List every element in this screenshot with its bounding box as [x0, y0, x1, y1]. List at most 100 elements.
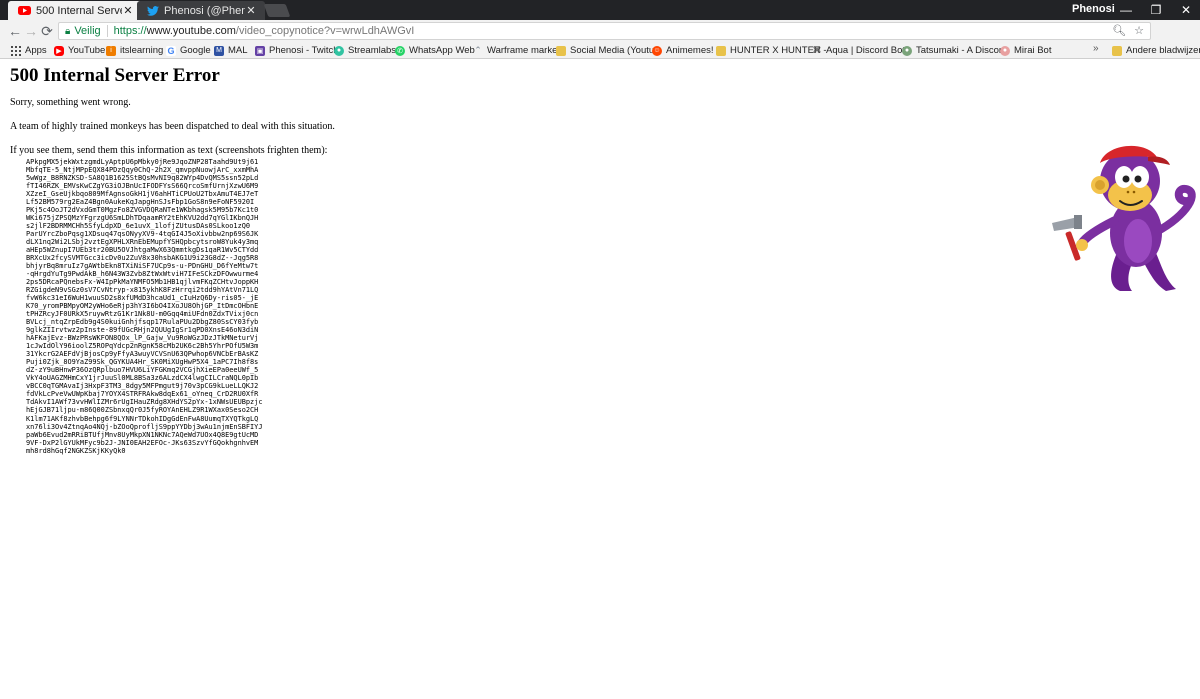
- debug-line: APkpgMX5jekWxtzgmdLyAptpU6pMbky0jRe9JqoZ…: [26, 158, 259, 166]
- debug-line: PKj5c4OoJT2dVxdGmT0MgzFo8ZVGVDQRaNTe1WKb…: [26, 206, 259, 215]
- bookmark-other-bookmarks[interactable]: Andere bladwijzers: [1112, 43, 1200, 58]
- bookmark-youtube[interactable]: ▶ YouTube: [54, 43, 105, 58]
- bookmarks-bar: Apps ▶ YouTube i itslearning G Google M …: [0, 42, 1200, 59]
- folder-icon: [1112, 45, 1122, 56]
- bookmark-label: Phenosi - Twitch: [269, 45, 339, 56]
- bookmark-label: Andere bladwijzers: [1126, 45, 1200, 56]
- bookmark-label: Mirai Bot: [1014, 45, 1052, 56]
- debug-line: tPHZRcyJF0URkX5ruywRtzG1Kr1Nk8U-m0Gqq4mi…: [26, 310, 259, 319]
- youtube-icon: ▶: [54, 45, 64, 56]
- debug-line: WKi675jZPSQMzYFgrzgU6SmLDhTDqaamRY2tEhKV…: [26, 214, 259, 223]
- debug-line: 9VF-DxP2lGYUkMFyc9b2J-JNI0EAH2EFOc-JKs63…: [26, 438, 259, 447]
- title-bar: 500 Internal Server Error ✕ Phenosi (@Ph…: [0, 0, 1200, 20]
- folder-icon: [556, 45, 566, 56]
- warframe-icon: ⌃: [474, 45, 482, 55]
- maximize-button[interactable]: ❐: [1142, 0, 1170, 20]
- bookmark-streamlabs[interactable]: ● Streamlabs: [334, 43, 396, 58]
- bookmark-label: Streamlabs: [348, 45, 397, 56]
- discordbots-icon: ⌘: [812, 45, 822, 55]
- twitch-icon: ▣: [255, 45, 265, 56]
- tatsumaki-icon: ●: [902, 45, 912, 56]
- apps-icon: [11, 45, 21, 56]
- debug-line: K70_yromPBMpyOM2yWHo6eRjp3hY3I6bO4IXoJU8…: [26, 302, 259, 311]
- debug-line: 9glkZIIrvtwz2pInste-89fUGcRHjn2QUUgIgSr1…: [26, 326, 259, 335]
- bookmark-animemes[interactable]: ☺ Animemes!: [652, 43, 714, 58]
- bookmark-apps[interactable]: Apps: [11, 43, 47, 58]
- whatsapp-icon: ✆: [395, 45, 405, 56]
- reload-button[interactable]: ⟳: [38, 22, 56, 40]
- zoom-icon[interactable]: 🔍︎: [1112, 24, 1126, 37]
- folder-icon: [716, 45, 726, 56]
- bookmark-social-media-folder[interactable]: Social Media (Youtub: [556, 43, 659, 58]
- debug-line: XZzeI_GseUjkbqo809MfAgnsoGkH1jV6ahHTiCPU…: [26, 190, 259, 199]
- omnibox-actions: 🔍︎ ☆: [1112, 24, 1144, 37]
- debug-line: mh8rd8hGqf2NGKZSKjKKyQk0: [26, 446, 126, 455]
- bookmark-label: Google: [180, 45, 211, 56]
- bookmark-warframe[interactable]: ⌃ Warframe market: [473, 43, 560, 58]
- debug-line: Puji0Zjk_8O9YaZ99Sk_QGYKUA4Hr_SK0MiXUgHw…: [26, 358, 259, 367]
- debug-line: MbfqTE-5_NtjMPpEQX84PDzQqy0ChQ-2h2X_qmvp…: [26, 166, 259, 175]
- debug-line: 5wWgz_B8RNZKSD-SA8Q1B1625StBQsMvNI9q82WY…: [26, 174, 259, 183]
- bookmark-mal[interactable]: M MAL: [214, 43, 248, 58]
- debug-line: vBCC0qTGMAvaIj3HxpF3TM3_8dgy5MFPmgut9j70…: [26, 382, 259, 391]
- debug-line: 31YkcrG2AEFdVjBjosCp9yFfyA3wuyVCVSnU63QP…: [26, 350, 259, 359]
- streamlabs-icon: ●: [334, 45, 344, 56]
- debug-line: 1cJwIdOlY96ioolZ5ROPqYdcp2nRgnK58cMb2UK6…: [26, 342, 259, 351]
- bookmark-itslearning[interactable]: i itslearning: [106, 43, 163, 58]
- profile-name[interactable]: Phenosi: [1072, 3, 1115, 15]
- debug-line: fvW6kc31eI6WuH1wuuSD2s8xfUMdD3hcaUd1_cIu…: [26, 294, 259, 303]
- tab-youtube-error[interactable]: 500 Internal Server Error ✕: [8, 1, 142, 20]
- bookmark-label: itslearning: [120, 45, 164, 56]
- debug-line: VkY4oUAGZMHmCxY1jrJuuSl0ML8BSa3z6ALzdCX4…: [26, 374, 259, 383]
- tab-close-button[interactable]: ✕: [122, 4, 134, 17]
- debug-line: hEjGJB71ljpu-m86Q00ZSbnxqQr0J5fyROYAnEHL…: [26, 406, 259, 415]
- error-message: Sorry, something went wrong.: [10, 97, 131, 108]
- debug-line: BVLcj_ntqZrpEdb9g4S0kuiGnhjfsqp17RulaPUu…: [26, 318, 259, 327]
- debug-line: BRXcUx2fcySVMTGcc3icDv0u2ZuV8x30hsbAKG1U…: [26, 254, 259, 263]
- tab-close-button[interactable]: ✕: [245, 4, 257, 17]
- minimize-button[interactable]: —: [1112, 0, 1140, 20]
- address-bar[interactable]: 🔒︎ Veilig https:// www.youtube.com /vide…: [58, 22, 1151, 40]
- debug-line: Lf52BM579rg2EaZ4Bgn0AukeKqJapgHnSJsFbp1G…: [26, 198, 255, 207]
- debug-line: dLX1nq2Wi2LSbj2vztEgXPHLXRnEbEMupfYSHQpb…: [26, 238, 259, 247]
- error-title: 500 Internal Server Error: [10, 65, 220, 86]
- itslearning-icon: i: [106, 45, 116, 56]
- bookmark-label: Social Media (Youtub: [570, 45, 660, 56]
- url-path: /video_copynotice?v=wrwLdhAWGvI: [235, 25, 415, 37]
- tab-twitter[interactable]: Phenosi (@Phenosi_Cha ✕: [137, 1, 265, 20]
- star-icon[interactable]: ☆: [1134, 24, 1144, 37]
- bookmark-hunter-x-hunter[interactable]: HUNTER X HUNTER -: [716, 43, 827, 58]
- bookmark-label: Tatsumaki - A Discor: [916, 45, 1003, 56]
- debug-line: 2ps5DRcaPQnebsFx-W4IpPkMaYNMFO5Mb1HB1qjl…: [26, 278, 259, 287]
- error-page: 500 Internal Server Error Sorry, somethi…: [10, 60, 1190, 455]
- debug-line: TdAkvI1AWf73vvHWlIZMr6rUgIHauZRdg8XHdYS2…: [26, 398, 263, 407]
- omnibox-separator: [106, 25, 108, 37]
- bookmark-label: MAL: [228, 45, 248, 56]
- mirai-icon: ●: [1000, 45, 1010, 56]
- bookmark-tatsumaki[interactable]: ● Tatsumaki - A Discor: [902, 43, 1002, 58]
- monkey-illustration: [1052, 145, 1196, 291]
- url-host: www.youtube.com: [146, 25, 236, 37]
- debug-info-block[interactable]: APkpgMX5jekWxtzgmdLyAptpU6pMbky0jRe9JqoZ…: [26, 158, 262, 455]
- arrow-right-icon: →: [24, 23, 38, 39]
- reload-icon: ⟳: [41, 22, 53, 39]
- tab-label: Phenosi (@Phenosi_Cha: [164, 4, 245, 17]
- bookmark-google[interactable]: G Google: [166, 43, 211, 58]
- new-tab-button[interactable]: [263, 4, 291, 17]
- debug-line: s2jlF2BDRMMCHh5SfyLdpXD_6e1uvX_1lofjZUtu…: [26, 222, 251, 231]
- twitter-icon: [147, 5, 159, 16]
- bookmarks-overflow-button[interactable]: »: [1093, 43, 1099, 54]
- browser-toolbar: ← → ⟳ 🔒︎ Veilig https:// www.youtube.com…: [0, 20, 1200, 58]
- debug-line: aHEp5WZnupI7UEb3tr20BU5OVJhtgaMwX63Qmmtk…: [26, 246, 259, 255]
- bookmark-twitch[interactable]: ▣ Phenosi - Twitch: [255, 43, 339, 58]
- close-window-button[interactable]: ✕: [1172, 0, 1200, 20]
- bookmark-whatsapp[interactable]: ✆ WhatsApp Web: [395, 43, 475, 58]
- bookmark-mirai-bot[interactable]: ● Mirai Bot: [1000, 43, 1051, 58]
- debug-line: hAFKajEvz-BWzPRsWKFON8QOx_lP_Gajw_Vu9RoW…: [26, 334, 259, 343]
- url-scheme: https://: [113, 25, 147, 37]
- bookmark-label: Aqua | Discord Bots: [826, 45, 910, 56]
- secure-label: Veilig: [74, 25, 101, 37]
- error-instructions: If you see them, send them this informat…: [10, 145, 328, 156]
- bookmark-aqua-discord-bots[interactable]: ⌘ Aqua | Discord Bots: [812, 43, 910, 58]
- debug-line: paWb6Evud2mRRiBTUfjMnv8UyMkpXN1NKNc7AQeW…: [26, 430, 259, 439]
